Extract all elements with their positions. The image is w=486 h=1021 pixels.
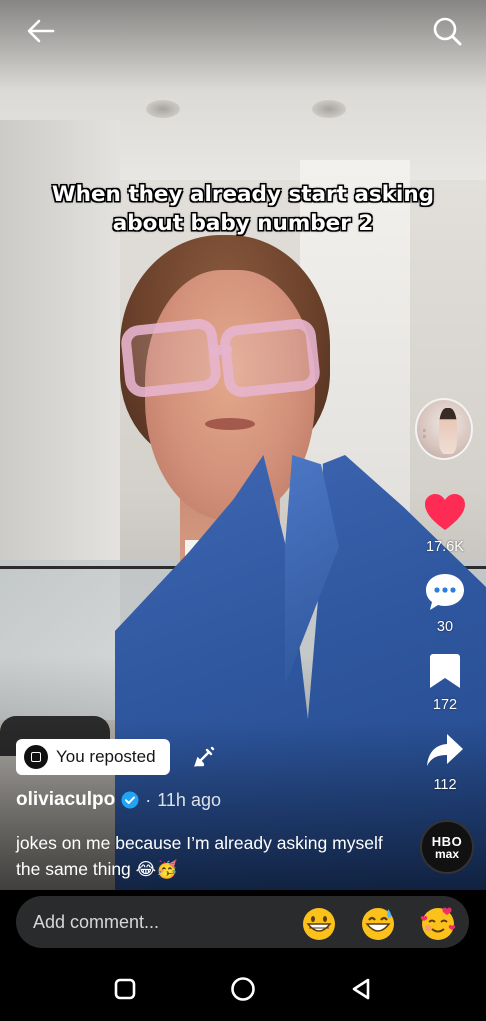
back-nav-button[interactable] [346, 974, 376, 1004]
glasses-lens-left [119, 317, 223, 399]
recents-button[interactable] [110, 974, 140, 1004]
video-caption: When they already start asking about bab… [51, 182, 435, 236]
back-button[interactable] [22, 14, 60, 48]
share-count: 112 [433, 777, 457, 793]
person-face [145, 270, 315, 520]
disc-figure [439, 408, 457, 454]
edit-repost-button[interactable] [192, 743, 218, 769]
author-row: oliviaculpo · 11h ago [16, 789, 221, 811]
comment-count: 30 [436, 619, 454, 635]
ceiling-light [146, 100, 180, 118]
glasses-bridge [210, 345, 232, 355]
post-description[interactable]: jokes on me because I’m already asking m… [16, 830, 396, 882]
profile-disc[interactable]: ≡ ≡ [415, 398, 473, 460]
comment-input[interactable]: Add comment... [16, 896, 469, 948]
hbo-max-disc[interactable]: HBO max [420, 820, 474, 874]
share-button[interactable]: 112 [418, 732, 472, 793]
hbo-line1: HBO [431, 833, 463, 849]
sweat-smile-emoji-icon[interactable] [360, 906, 396, 942]
system-nav-bar [0, 956, 486, 1021]
share-arrow-icon [427, 734, 463, 766]
recents-square-icon [114, 978, 136, 1000]
like-count: 17.6K [426, 539, 464, 555]
save-count: 172 [432, 697, 458, 713]
repost-icon [31, 752, 41, 762]
repost-badge[interactable]: You reposted [16, 739, 170, 775]
grinning-emoji-icon[interactable] [301, 906, 337, 942]
time-separator: · [145, 789, 152, 810]
back-triangle-icon [352, 978, 370, 1000]
hbo-line2: max [434, 846, 460, 861]
glasses-lens-right [218, 317, 322, 399]
arrow-left-icon [27, 19, 55, 43]
comment-icon [426, 574, 464, 610]
ceiling-light [312, 100, 346, 118]
heart-eyes-smile-emoji-icon[interactable] [420, 906, 456, 942]
repost-label: You reposted [56, 747, 156, 766]
like-button[interactable]: 17.6K [418, 492, 472, 555]
home-button[interactable] [228, 974, 258, 1004]
post-time: 11h ago [157, 789, 221, 810]
verified-badge-icon [121, 791, 139, 809]
comment-button[interactable]: 30 [418, 572, 472, 635]
heart-icon [425, 494, 465, 530]
author-name[interactable]: oliviaculpo [16, 789, 115, 811]
bookmark-icon [430, 654, 460, 688]
comment-placeholder: Add comment... [33, 911, 160, 932]
save-button[interactable]: 172 [418, 652, 472, 713]
person-mouth [205, 418, 255, 430]
comment-bar: Add comment... [0, 890, 486, 956]
pencil-icon [194, 746, 215, 767]
search-button[interactable] [428, 14, 466, 48]
repost-avatar [24, 745, 48, 769]
home-circle-icon [231, 977, 255, 1001]
disc-decor: ≡ ≡ [423, 428, 426, 440]
top-gradient [0, 0, 486, 90]
search-icon [433, 17, 462, 46]
